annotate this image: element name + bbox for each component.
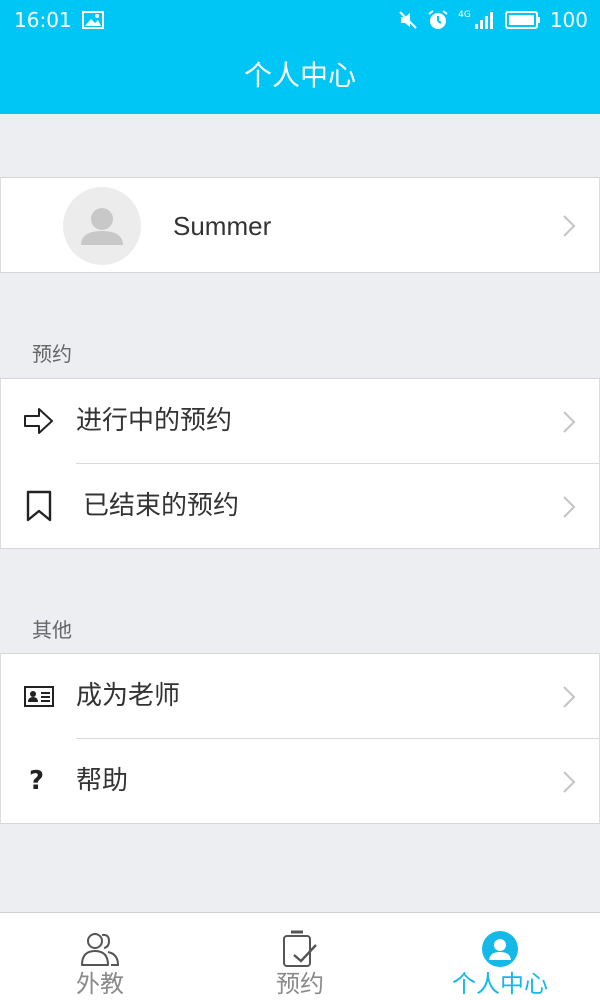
other-list: 成为老师 ? 帮助	[0, 653, 600, 824]
list-item-label: 帮助	[76, 766, 129, 796]
list-item-label: 进行中的预约	[76, 406, 233, 436]
bookmark-icon	[26, 490, 52, 522]
status-left: 16:01	[14, 8, 104, 32]
tab-label: 预约	[276, 970, 324, 998]
list-item-become-teacher[interactable]: 成为老师	[1, 654, 599, 739]
avatar	[63, 187, 141, 265]
users-icon	[81, 933, 120, 966]
tab-label: 个人中心	[452, 970, 548, 998]
booking-list: 进行中的预约 已结束的预约	[0, 378, 600, 549]
mute-icon	[399, 11, 417, 29]
tab-booking[interactable]: 预约	[200, 913, 400, 1000]
app-header: 16:01 4G 100 个人中心	[0, 0, 600, 114]
user-circle-icon	[482, 931, 518, 967]
chevron-right-icon	[563, 215, 576, 237]
chevron-right-icon	[563, 771, 576, 793]
status-bar: 16:01 4G 100	[0, 0, 600, 40]
section-title-booking: 预约	[32, 342, 72, 366]
user-name: Summer	[173, 211, 272, 241]
arrow-right-outline-icon	[24, 408, 53, 434]
status-right: 4G 100	[398, 8, 588, 32]
section-title-other: 其他	[32, 618, 72, 642]
battery-icon	[504, 11, 540, 29]
status-time: 16:01	[14, 8, 72, 32]
bottom-tab-bar: 外教 预约 个人中心	[0, 912, 600, 1000]
tab-profile[interactable]: 个人中心	[400, 913, 600, 1000]
id-card-icon	[24, 686, 54, 707]
tab-label: 外教	[76, 970, 124, 998]
page-title: 个人中心	[243, 59, 356, 92]
alarm-icon	[428, 10, 448, 29]
profile-card[interactable]: Summer	[0, 177, 600, 273]
network-type: 4G	[458, 9, 471, 20]
signal-icon	[474, 12, 493, 29]
list-item-label: 成为老师	[76, 681, 181, 711]
image-icon	[81, 11, 104, 29]
tab-teachers[interactable]: 外教	[0, 913, 200, 1000]
clipboard-check-icon	[283, 930, 317, 967]
chevron-right-icon	[563, 686, 576, 708]
chevron-right-icon	[563, 411, 576, 433]
list-item-label: 已结束的预约	[83, 491, 240, 521]
list-item-help[interactable]: ? 帮助	[1, 739, 599, 824]
list-item-ongoing-booking[interactable]: 进行中的预约	[1, 379, 599, 464]
question-icon: ?	[29, 766, 45, 796]
user-placeholder-icon	[81, 208, 123, 245]
list-item-finished-booking[interactable]: 已结束的预约	[1, 464, 599, 549]
battery-level: 100	[549, 8, 588, 32]
chevron-right-icon	[563, 496, 576, 518]
